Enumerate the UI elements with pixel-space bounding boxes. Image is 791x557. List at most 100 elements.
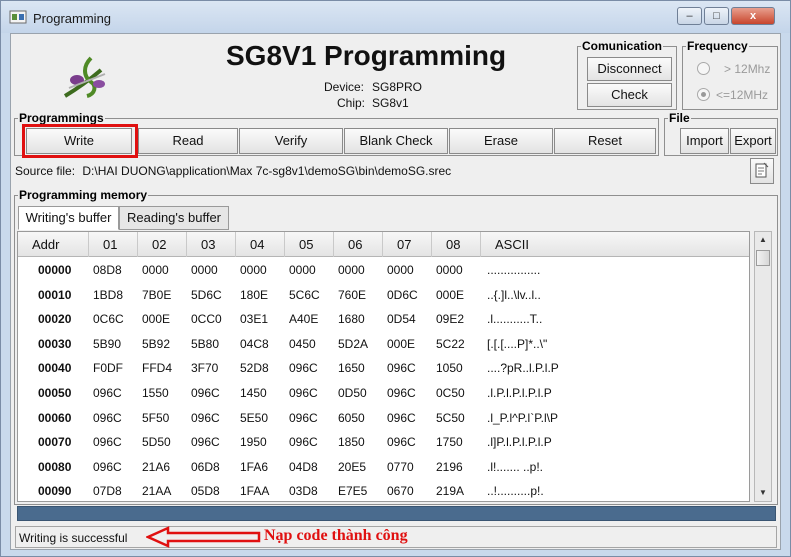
communication-label: Comunication bbox=[581, 39, 663, 53]
table-scrollbar[interactable]: ▲ ▼ bbox=[754, 231, 772, 502]
col-header-06[interactable]: 06 bbox=[334, 232, 383, 257]
row-byte-cell: 6050 bbox=[338, 410, 365, 425]
maximize-button[interactable]: □ bbox=[704, 7, 729, 25]
row-byte-cell: 096C bbox=[289, 361, 318, 376]
close-button[interactable]: x bbox=[731, 7, 775, 25]
col-header-07[interactable]: 07 bbox=[383, 232, 432, 257]
chip-label: Chip: bbox=[337, 96, 366, 110]
row-addr-cell: 00000 bbox=[38, 263, 72, 277]
status-text: Writing is successful bbox=[19, 531, 128, 545]
row-byte-cell: 1950 bbox=[240, 435, 267, 450]
row-byte-cell: 096C bbox=[93, 435, 122, 450]
table-row[interactable]: 00050 096C 1550 096C 1450 096C 0D50 096C 0C50 .l.… bbox=[18, 381, 749, 405]
row-byte-cell: 1FA6 bbox=[240, 459, 269, 474]
memory-label: Programming memory bbox=[18, 188, 149, 202]
row-ascii-cell: ....?pR..l.P.l.P bbox=[487, 361, 559, 376]
row-byte-cell: F0DF bbox=[93, 361, 123, 376]
tab-reading-buffer[interactable]: Reading's buffer bbox=[119, 206, 229, 230]
table-row[interactable]: 00040 F0DF FFD4 3F70 52D8 096C 1650 096C 1050...… bbox=[18, 356, 749, 380]
row-byte-cell: 0000 bbox=[289, 263, 316, 277]
row-byte-cell: 5D2A bbox=[338, 336, 369, 351]
row-byte-cell: A40E bbox=[289, 312, 319, 327]
import-button[interactable]: Import bbox=[680, 128, 729, 154]
open-file-button[interactable] bbox=[750, 158, 774, 184]
col-header-addr[interactable]: Addr bbox=[18, 232, 89, 257]
row-ascii-cell: .l.P.l.P.l.P.l.P bbox=[487, 386, 552, 400]
title-bar[interactable]: Programming – □ x bbox=[1, 1, 790, 33]
scroll-up-icon[interactable]: ▲ bbox=[756, 233, 770, 247]
col-header-04[interactable]: 04 bbox=[236, 232, 285, 257]
row-byte-cell: 03D8 bbox=[289, 484, 318, 499]
row-byte-cell: 0770 bbox=[387, 459, 414, 474]
row-byte-cell: 3F70 bbox=[191, 361, 219, 376]
freq-high-radio[interactable] bbox=[697, 62, 710, 75]
table-row[interactable]: 00010 1BD8 7B0E 5D6C 180E 5C6C 760E 0D6C 000E ..{… bbox=[18, 283, 749, 307]
col-header-01[interactable]: 01 bbox=[89, 232, 138, 257]
col-header-03[interactable]: 03 bbox=[187, 232, 236, 257]
row-byte-cell: 21AA bbox=[142, 484, 172, 499]
col-header-05[interactable]: 05 bbox=[285, 232, 334, 257]
col-header-02[interactable]: 02 bbox=[138, 232, 187, 257]
row-ascii-cell: .l]P.l.P.l.P.l.P bbox=[487, 435, 552, 450]
scroll-down-icon[interactable]: ▼ bbox=[756, 486, 770, 500]
row-addr-cell: 00060 bbox=[38, 410, 72, 425]
blank-check-button[interactable]: Blank Check bbox=[344, 128, 448, 154]
row-byte-cell: 096C bbox=[387, 361, 416, 376]
freq-low-radio[interactable] bbox=[697, 88, 710, 101]
minimize-button[interactable]: – bbox=[677, 7, 702, 25]
row-addr-cell: 00010 bbox=[38, 287, 72, 302]
row-byte-cell: 0000 bbox=[436, 263, 463, 277]
row-byte-cell: 0000 bbox=[191, 263, 218, 277]
table-row[interactable]: 00070 096C 5D50 096C 1950 096C 1850 096C 1750 .l]… bbox=[18, 430, 749, 454]
table-row[interactable]: 00030 5B90 5B92 5B80 04C8 0450 5D2A 000E 5C22 [.[… bbox=[18, 332, 749, 356]
tab-writing-buffer[interactable]: Writing's buffer bbox=[18, 206, 119, 230]
freq-low-label: <=12MHz bbox=[716, 88, 769, 102]
row-byte-cell: 1BD8 bbox=[93, 287, 124, 302]
row-byte-cell: 0000 bbox=[240, 263, 267, 277]
row-byte-cell: 5C50 bbox=[436, 410, 465, 425]
erase-button[interactable]: Erase bbox=[449, 128, 553, 154]
row-byte-cell: E7E5 bbox=[338, 484, 368, 499]
scroll-thumb[interactable] bbox=[756, 250, 770, 266]
row-byte-cell: 0670 bbox=[387, 484, 414, 499]
row-byte-cell: 000E bbox=[142, 312, 171, 327]
table-row[interactable]: 00090 07D8 21AA 05D8 1FAA 03D8 E7E5 0670 219A..!… bbox=[18, 479, 749, 501]
table-row[interactable]: 00060 096C 5F50 096C 5E50 096C 6050 096C 5C50 .l_… bbox=[18, 406, 749, 430]
freq-high-label: > 12Mhz bbox=[724, 62, 771, 76]
open-file-icon bbox=[755, 162, 769, 178]
file-label: File bbox=[668, 111, 691, 125]
verify-button[interactable]: Verify bbox=[239, 128, 343, 154]
row-ascii-cell: .l!....... ..p!. bbox=[487, 459, 544, 474]
row-byte-cell: 5E50 bbox=[240, 410, 269, 425]
table-row[interactable]: 00080 096C 21A6 06D8 1FA6 04D8 20E5 0770 2196 .l!… bbox=[18, 455, 749, 479]
reset-button[interactable]: Reset bbox=[554, 128, 656, 154]
table-row[interactable]: 00020 0C6C 000E 0CC0 03E1 A40E 1680 0D54 09E2 .l.… bbox=[18, 307, 749, 331]
col-header-08[interactable]: 08 bbox=[432, 232, 481, 257]
app-title: SG8V1 Programming bbox=[226, 40, 507, 71]
logo-icon bbox=[63, 56, 106, 98]
row-addr-cell: 00090 bbox=[38, 484, 72, 499]
export-button[interactable]: Export bbox=[730, 128, 776, 154]
row-byte-cell: 0D54 bbox=[387, 312, 416, 327]
col-header-ascii[interactable]: ASCII bbox=[481, 232, 749, 257]
row-byte-cell: 04D8 bbox=[289, 459, 318, 474]
row-byte-cell: 07D8 bbox=[93, 484, 122, 499]
source-file-path: D:\HAI DUONG\application\Max 7c-sg8v1\de… bbox=[82, 164, 452, 178]
table-row[interactable]: 00000 08D8 0000 0000 0000 0000 0000 0000 0000...… bbox=[18, 258, 749, 282]
row-byte-cell: 20E5 bbox=[338, 459, 367, 474]
row-byte-cell: 7B0E bbox=[142, 287, 172, 302]
row-byte-cell: 000E bbox=[387, 336, 416, 351]
row-ascii-cell: .l_P.l^P.l`P.l\P bbox=[487, 410, 559, 425]
read-button[interactable]: Read bbox=[138, 128, 238, 154]
row-byte-cell: 096C bbox=[289, 386, 318, 400]
row-byte-cell: 096C bbox=[289, 435, 318, 450]
row-byte-cell: 096C bbox=[191, 386, 220, 400]
row-byte-cell: 5B80 bbox=[191, 336, 220, 351]
check-button[interactable]: Check bbox=[587, 83, 672, 107]
row-addr-cell: 00050 bbox=[38, 386, 72, 400]
disconnect-button[interactable]: Disconnect bbox=[587, 57, 672, 81]
row-byte-cell: 52D8 bbox=[240, 361, 269, 376]
programmings-label: Programmings bbox=[18, 111, 105, 125]
row-byte-cell: 0CC0 bbox=[191, 312, 222, 327]
row-byte-cell: 180E bbox=[240, 287, 269, 302]
